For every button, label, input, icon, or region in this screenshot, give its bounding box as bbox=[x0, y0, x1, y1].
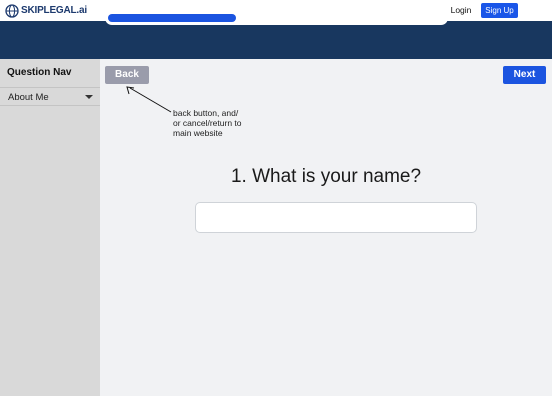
question-heading: 1. What is your name? bbox=[230, 166, 422, 187]
logo-text: SKIPLEGAL.ai bbox=[21, 5, 87, 16]
login-link[interactable]: Login bbox=[444, 4, 478, 17]
annotation-line: main website bbox=[173, 128, 223, 138]
sidebar-item-label: About Me bbox=[8, 92, 49, 103]
back-button[interactable]: Back bbox=[105, 66, 149, 84]
signup-button[interactable]: Sign Up bbox=[481, 3, 518, 18]
annotation-note: back button, and/ or cancel/return to ma… bbox=[173, 108, 283, 138]
sidebar-title: Question Nav bbox=[7, 67, 72, 78]
next-button[interactable]: Next bbox=[503, 66, 546, 84]
sidebar-item-about-me[interactable]: About Me bbox=[0, 87, 100, 106]
annotation-arrow-icon bbox=[126, 86, 172, 113]
progress-bar-fill bbox=[108, 14, 236, 22]
question-nav-sidebar: Question Nav About Me bbox=[0, 59, 100, 396]
logo[interactable]: SKIPLEGAL.ai bbox=[5, 3, 87, 18]
annotation-line: back button, and/ bbox=[173, 108, 239, 118]
progress-banner bbox=[0, 21, 552, 59]
name-answer-input[interactable] bbox=[195, 202, 477, 233]
chevron-down-icon bbox=[85, 95, 93, 99]
annotation-line: or cancel/return to bbox=[173, 118, 242, 128]
globe-logo-icon bbox=[5, 3, 19, 18]
